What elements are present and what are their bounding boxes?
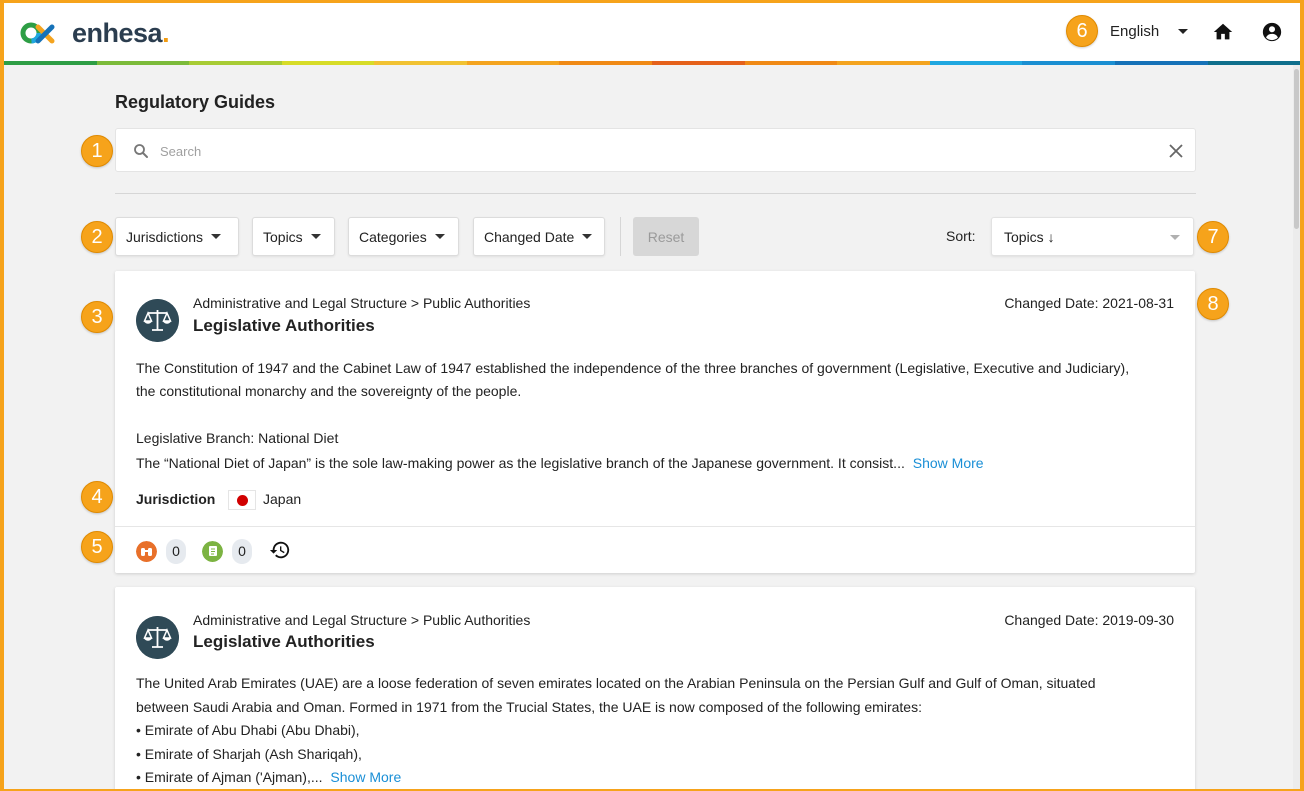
- stripe-segment: [652, 61, 745, 65]
- brand-color-stripe: [4, 61, 1300, 65]
- annotation-badge: 3: [81, 301, 113, 333]
- count-badge: 0: [232, 539, 252, 564]
- search-icon: [134, 144, 148, 158]
- clear-icon[interactable]: [1168, 143, 1184, 159]
- logo-mark-icon: [20, 22, 55, 44]
- stripe-segment: [4, 61, 97, 65]
- stripe-segment: [1114, 61, 1208, 65]
- annotation-badge: 1: [81, 135, 113, 167]
- caret-down-icon: [582, 234, 593, 239]
- stripe-segment: [281, 61, 375, 65]
- description-excerpt: The “National Diet of Japan” is the sole…: [136, 452, 1176, 476]
- top-bar: enhesa. English: [4, 3, 1300, 61]
- divider: [115, 193, 1196, 194]
- categories-filter-button[interactable]: Categories: [348, 217, 459, 256]
- card-title[interactable]: Legislative Authorities: [193, 632, 375, 652]
- history-icon[interactable]: [269, 539, 291, 561]
- description-line: the constitutional monarchy and the sove…: [136, 383, 522, 399]
- breadcrumb[interactable]: Administrative and Legal Structure > Pub…: [193, 612, 530, 628]
- sort-select[interactable]: Topics ↓: [991, 217, 1194, 256]
- categories-label: Categories: [359, 228, 427, 245]
- app-frame: enhesa. English Regulatory Guides Jurisd…: [4, 3, 1300, 789]
- stripe-segment: [1022, 61, 1115, 65]
- guide-card[interactable]: Administrative and Legal Structure > Pub…: [115, 587, 1195, 789]
- annotation-badge: 4: [81, 481, 113, 513]
- card-divider: [115, 526, 1195, 527]
- changed-date: Changed Date: 2019-09-30: [1004, 612, 1174, 628]
- caret-down-icon: [310, 234, 321, 239]
- stripe-segment: [466, 61, 560, 65]
- description-line: between Saudi Arabia and Oman. Formed in…: [136, 699, 922, 715]
- stripe-segment: [1207, 61, 1300, 65]
- scales-of-justice-icon: [136, 299, 179, 342]
- japan-flag-icon: [228, 490, 256, 510]
- language-selector[interactable]: English: [1110, 23, 1159, 40]
- stripe-segment: [559, 61, 653, 65]
- jurisdiction-label: Jurisdiction: [136, 491, 216, 507]
- annotation-badge: 7: [1197, 221, 1229, 253]
- caret-down-icon: [434, 234, 445, 239]
- description-bullet: • Emirate of Ajman ('Ajman),... Show Mor…: [136, 766, 1176, 789]
- account-icon[interactable]: [1261, 21, 1283, 43]
- description-line: The Constitution of 1947 and the Cabinet…: [136, 360, 1130, 376]
- stripe-segment: [96, 61, 190, 65]
- topics-label: Topics: [263, 228, 303, 245]
- caret-down-icon[interactable]: [1176, 24, 1190, 38]
- chevron-down-icon: [1170, 235, 1180, 240]
- sort-label: Sort:: [946, 228, 976, 244]
- annotation-badge: 6: [1066, 15, 1098, 47]
- changed-date-filter-button[interactable]: Changed Date: [473, 217, 605, 256]
- annotation-badge: 5: [81, 531, 113, 563]
- document-icon[interactable]: [202, 541, 223, 562]
- logo-text: enhesa.: [72, 18, 170, 48]
- stripe-segment: [374, 61, 467, 65]
- jurisdictions-filter-button[interactable]: Jurisdictions: [115, 217, 239, 256]
- stripe-segment: [837, 61, 930, 65]
- annotation-badge: 2: [81, 221, 113, 253]
- breadcrumb[interactable]: Administrative and Legal Structure > Pub…: [193, 295, 530, 311]
- description-bullet: • Emirate of Sharjah (Ash Shariqah),: [136, 746, 362, 762]
- topics-filter-button[interactable]: Topics: [252, 217, 335, 256]
- search-box[interactable]: [115, 128, 1196, 172]
- stripe-segment: [744, 61, 838, 65]
- guide-card[interactable]: Administrative and Legal Structure > Pub…: [115, 271, 1195, 573]
- enhesa-logo[interactable]: enhesa.: [20, 18, 170, 48]
- annotation-badge: 8: [1197, 288, 1229, 320]
- home-icon[interactable]: [1212, 21, 1234, 43]
- page-title: Regulatory Guides: [115, 92, 276, 112]
- jurisdictions-label: Jurisdictions: [126, 228, 204, 245]
- description-line: The United Arab Emirates (UAE) are a loo…: [136, 675, 1096, 691]
- filter-separator: [620, 217, 621, 256]
- description-bullet: • Emirate of Abu Dhabi (Abu Dhabi),: [136, 722, 360, 738]
- jurisdiction-value: Japan: [263, 491, 302, 507]
- changed-date: Changed Date: 2021-08-31: [1004, 295, 1174, 311]
- search-input[interactable]: [160, 139, 1110, 163]
- stripe-segment: [189, 61, 282, 65]
- sort-value: Topics ↓: [1004, 229, 1055, 245]
- excerpt-text: The “National Diet of Japan” is the sole…: [136, 455, 905, 471]
- card-title[interactable]: Legislative Authorities: [193, 316, 375, 336]
- binoculars-icon[interactable]: [136, 541, 157, 562]
- count-badge: 0: [166, 539, 186, 564]
- section-heading: Legislative Branch: National Diet: [136, 430, 339, 446]
- reset-button[interactable]: Reset: [633, 217, 699, 256]
- scrollbar-thumb[interactable]: [1294, 69, 1299, 229]
- bullet-text: • Emirate of Ajman ('Ajman),...: [136, 769, 323, 785]
- stripe-segment: [929, 61, 1023, 65]
- changed-date-label: Changed Date: [484, 228, 575, 245]
- show-more-link[interactable]: Show More: [913, 455, 984, 471]
- scales-of-justice-icon: [136, 616, 179, 659]
- caret-down-icon: [211, 234, 222, 239]
- show-more-link[interactable]: Show More: [330, 769, 401, 785]
